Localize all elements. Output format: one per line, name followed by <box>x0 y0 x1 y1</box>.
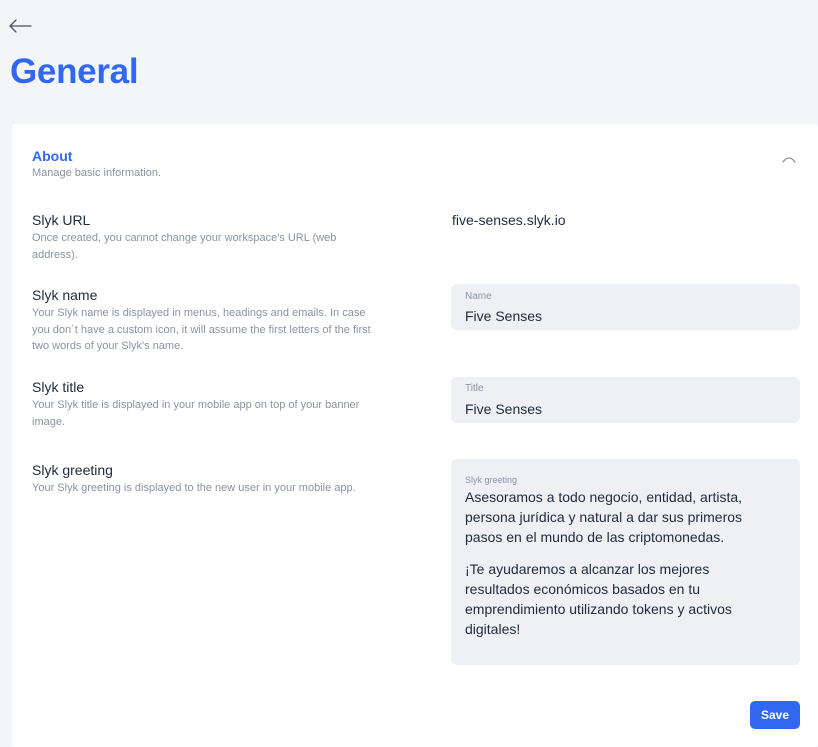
section-subtitle: Manage basic information. <box>32 167 162 179</box>
title-field[interactable]: Title Five Senses <box>451 377 800 423</box>
about-card: About Manage basic information. Slyk URL… <box>12 124 818 747</box>
greeting-paragraph-1: Asesoramos a todo negocio, entidad, arti… <box>465 489 743 545</box>
name-label: Slyk name <box>32 287 98 303</box>
name-description: Your Slyk name is displayed in menus, he… <box>32 307 371 352</box>
title-field-label: Title <box>465 383 484 394</box>
greeting-label: Slyk greeting <box>32 462 113 478</box>
save-button[interactable]: Save <box>750 701 800 729</box>
greeting-text: Asesoramos a todo negocio, entidad, arti… <box>465 487 775 651</box>
url-label: Slyk URL <box>32 212 91 228</box>
greeting-textarea[interactable]: Slyk greeting Asesoramos a todo negocio,… <box>451 459 800 665</box>
greeting-field-label: Slyk greeting <box>465 475 518 485</box>
name-field-value: Five Senses <box>465 308 543 324</box>
section-title: About <box>32 148 73 164</box>
greeting-paragraph-2: ¡Te ayudaremos a alcanzar los mejores re… <box>465 561 732 637</box>
title-field-value: Five Senses <box>465 401 543 417</box>
name-field[interactable]: Name Five Senses <box>451 284 800 330</box>
url-description: Once created, you cannot change your wor… <box>32 232 337 261</box>
collapse-button[interactable] <box>780 152 798 166</box>
greeting-description: Your Slyk greeting is displayed to the n… <box>32 482 356 494</box>
name-field-label: Name <box>465 291 492 302</box>
page-title: General <box>10 52 139 91</box>
back-button[interactable] <box>6 14 34 38</box>
page: General About Manage basic information. … <box>0 0 818 747</box>
chevron-up-icon <box>782 157 796 163</box>
url-value: five-senses.slyk.io <box>452 212 566 228</box>
arrow-left-icon <box>9 19 32 33</box>
title-label: Slyk title <box>32 379 85 395</box>
title-description: Your Slyk title is displayed in your mob… <box>32 399 360 428</box>
